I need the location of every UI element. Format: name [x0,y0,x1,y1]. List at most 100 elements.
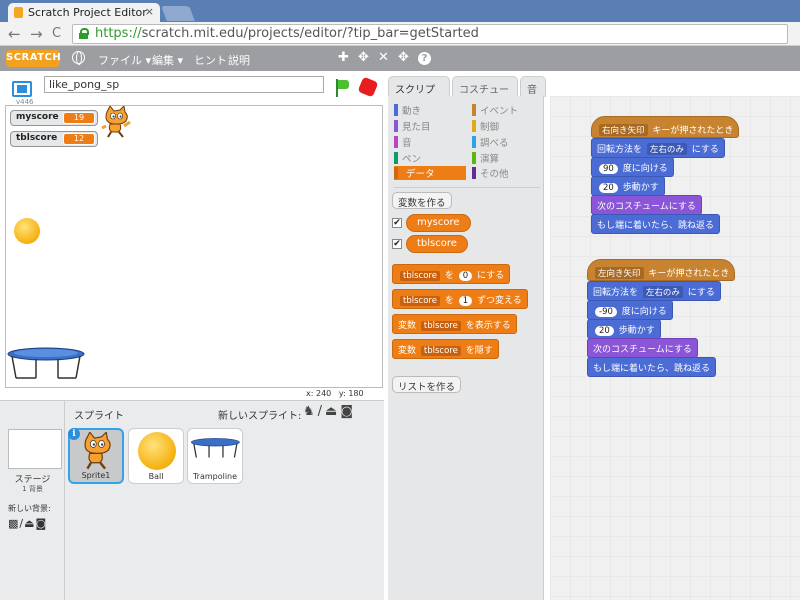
menu-about[interactable]: 説明 [228,52,250,68]
move-steps-block[interactable]: 20 歩動かす [587,319,661,339]
tab-sounds[interactable]: 音 [520,76,546,97]
sprite-card-trampoline[interactable]: Trampoline [187,428,243,484]
make-variable-button[interactable]: 変数を作る [392,192,452,209]
bounce-on-edge-block[interactable]: もし端に着いたら、跳ね返る [591,214,721,234]
direction-input[interactable]: -90 [595,307,617,317]
category-sensing[interactable]: 調べる [472,135,509,149]
sprite-card-ball[interactable]: Ball [128,428,184,484]
new-backdrop-tools-icon[interactable]: ▩/⏏◙ [8,517,47,530]
tab-scripts[interactable]: スクリプト [388,76,450,111]
category-motion[interactable]: 動き [394,103,421,117]
variable-dropdown[interactable]: tblscore [400,271,440,281]
menu-tips[interactable]: ヒント [194,52,227,68]
steps-input[interactable]: 20 [599,183,618,193]
reporter-tblscore[interactable]: tblscore [406,235,468,253]
bounce-on-edge-block[interactable]: もし端に着いたら、跳ね返る [587,357,717,377]
sound-swatch [394,136,398,148]
monitor-value: 19 [63,112,95,124]
point-in-direction-block[interactable]: 90 度に向ける [591,157,674,177]
help-icon[interactable]: ? [418,52,431,65]
variable-dropdown[interactable]: tblscore [400,296,440,306]
category-pen[interactable]: ペン [394,151,421,165]
stage-thumbnail[interactable] [8,429,62,469]
sprite-name: Ball [148,472,164,481]
stage-canvas[interactable]: myscore 19 tblscore 12 [5,105,383,388]
duplicate-icon[interactable]: ✚ [338,50,349,65]
menu-edit[interactable]: 編集 ▾ [152,52,183,68]
category-control[interactable]: 制御 [472,119,499,133]
shrink-icon[interactable]: ✥ [398,50,409,65]
key-pressed-hat-block[interactable]: 右向き矢印 キーが押されたとき [591,116,740,138]
cat-sprite[interactable] [100,106,134,138]
grow-icon[interactable]: ✕ [378,50,389,65]
point-in-direction-block[interactable]: -90 度に向ける [587,300,673,320]
rotation-dropdown[interactable]: 左右のみ [642,286,683,298]
key-dropdown[interactable]: 右向き矢印 [599,124,648,136]
key-dropdown[interactable]: 左向き矢印 [595,267,644,279]
variable-monitor-myscore[interactable]: myscore 19 [10,110,98,126]
monitor-value: 12 [63,133,95,145]
sprite-card-sprite1[interactable]: i Sprite1 [68,428,124,484]
set-variable-block[interactable]: tblscore を 0 にする [392,264,511,284]
hide-variable-block[interactable]: 変数 tblscore を隠す [392,339,499,359]
change-variable-block[interactable]: tblscore を 1 ずつ変える [392,289,528,309]
editor-tabs: スクリプト コスチューム 音 [384,71,550,111]
show-variable-block[interactable]: 変数 tblscore を表示する [392,314,517,334]
reporter-myscore[interactable]: myscore [406,214,471,232]
next-costume-block[interactable]: 次のコスチュームにする [587,338,698,358]
category-more[interactable]: その他 [472,166,509,180]
tab-costumes[interactable]: コスチューム [452,76,518,111]
fullscreen-icon[interactable] [12,81,32,97]
tab-close-icon[interactable]: × [145,5,154,18]
scripts-area[interactable]: 右向き矢印 キーが押されたとき 回転方法を 左右のみ にする 90 度に向ける … [550,96,800,600]
variable-dropdown[interactable]: tblscore [420,346,461,356]
new-sprite-tools-icon[interactable]: ♞/⏏◙ [303,404,356,419]
rotation-dropdown[interactable]: 左右のみ [646,143,687,155]
operators-swatch [472,152,476,164]
browser-tab[interactable]: Scratch Project Editor × [8,3,160,22]
set-rotation-style-block[interactable]: 回転方法を 左右のみ にする [587,281,721,301]
category-events[interactable]: イベント [472,103,518,117]
next-costume-block[interactable]: 次のコスチュームにする [591,195,702,215]
tblscore-checkbox[interactable]: ✔ [392,239,402,249]
make-list-button[interactable]: リストを作る [392,376,462,393]
address-bar[interactable]: https://scratch.mit.edu/projects/editor/… [72,24,788,44]
value-input[interactable]: 1 [458,296,473,306]
green-flag-icon[interactable] [334,79,350,97]
trampoline-sprite[interactable] [6,346,88,380]
control-swatch [472,120,476,132]
stop-icon[interactable] [357,76,379,98]
new-tab-button[interactable] [161,6,195,21]
myscore-checkbox[interactable]: ✔ [392,218,402,228]
motion-swatch [394,104,398,116]
category-operators[interactable]: 演算 [472,151,499,165]
delete-icon[interactable]: ✥ [358,50,369,65]
sprites-label: スプライト [74,411,124,422]
variable-dropdown[interactable]: tblscore [420,321,461,331]
project-title-input[interactable]: like_pong_sp [44,76,324,93]
data-swatch [394,167,398,179]
menu-file[interactable]: ファイル ▾ [98,52,151,68]
more-swatch [472,167,476,179]
forward-icon[interactable]: → [30,25,43,43]
key-pressed-hat-block[interactable]: 左向き矢印 キーが押されたとき [587,259,736,281]
variable-monitor-tblscore[interactable]: tblscore 12 [10,131,98,147]
back-icon[interactable]: ← [8,25,21,43]
category-data[interactable]: データ [394,166,466,180]
scratch-menubar: SCRATCH ファイル ▾ 編集 ▾ ヒント 説明 ✚ ✥ ✕ ✥ ? [0,46,800,71]
reload-icon[interactable]: C [52,26,61,41]
value-input[interactable]: 0 [458,271,473,281]
ball-sprite[interactable] [14,218,40,244]
monitor-label: myscore [16,112,59,122]
browser-tab-bar: Scratch Project Editor × [0,0,800,22]
direction-input[interactable]: 90 [599,164,618,174]
category-looks[interactable]: 見た目 [394,119,431,133]
language-globe-icon[interactable] [72,51,85,65]
category-sound[interactable]: 音 [394,135,412,149]
stage-column: ステージ 1 背景 新しい背景: ▩/⏏◙ [0,401,65,600]
move-steps-block[interactable]: 20 歩動かす [591,176,665,196]
scratch-logo[interactable]: SCRATCH [6,50,61,67]
backdrop-count: 1 背景 [22,485,43,493]
set-rotation-style-block[interactable]: 回転方法を 左右のみ にする [591,138,725,158]
steps-input[interactable]: 20 [595,326,614,336]
